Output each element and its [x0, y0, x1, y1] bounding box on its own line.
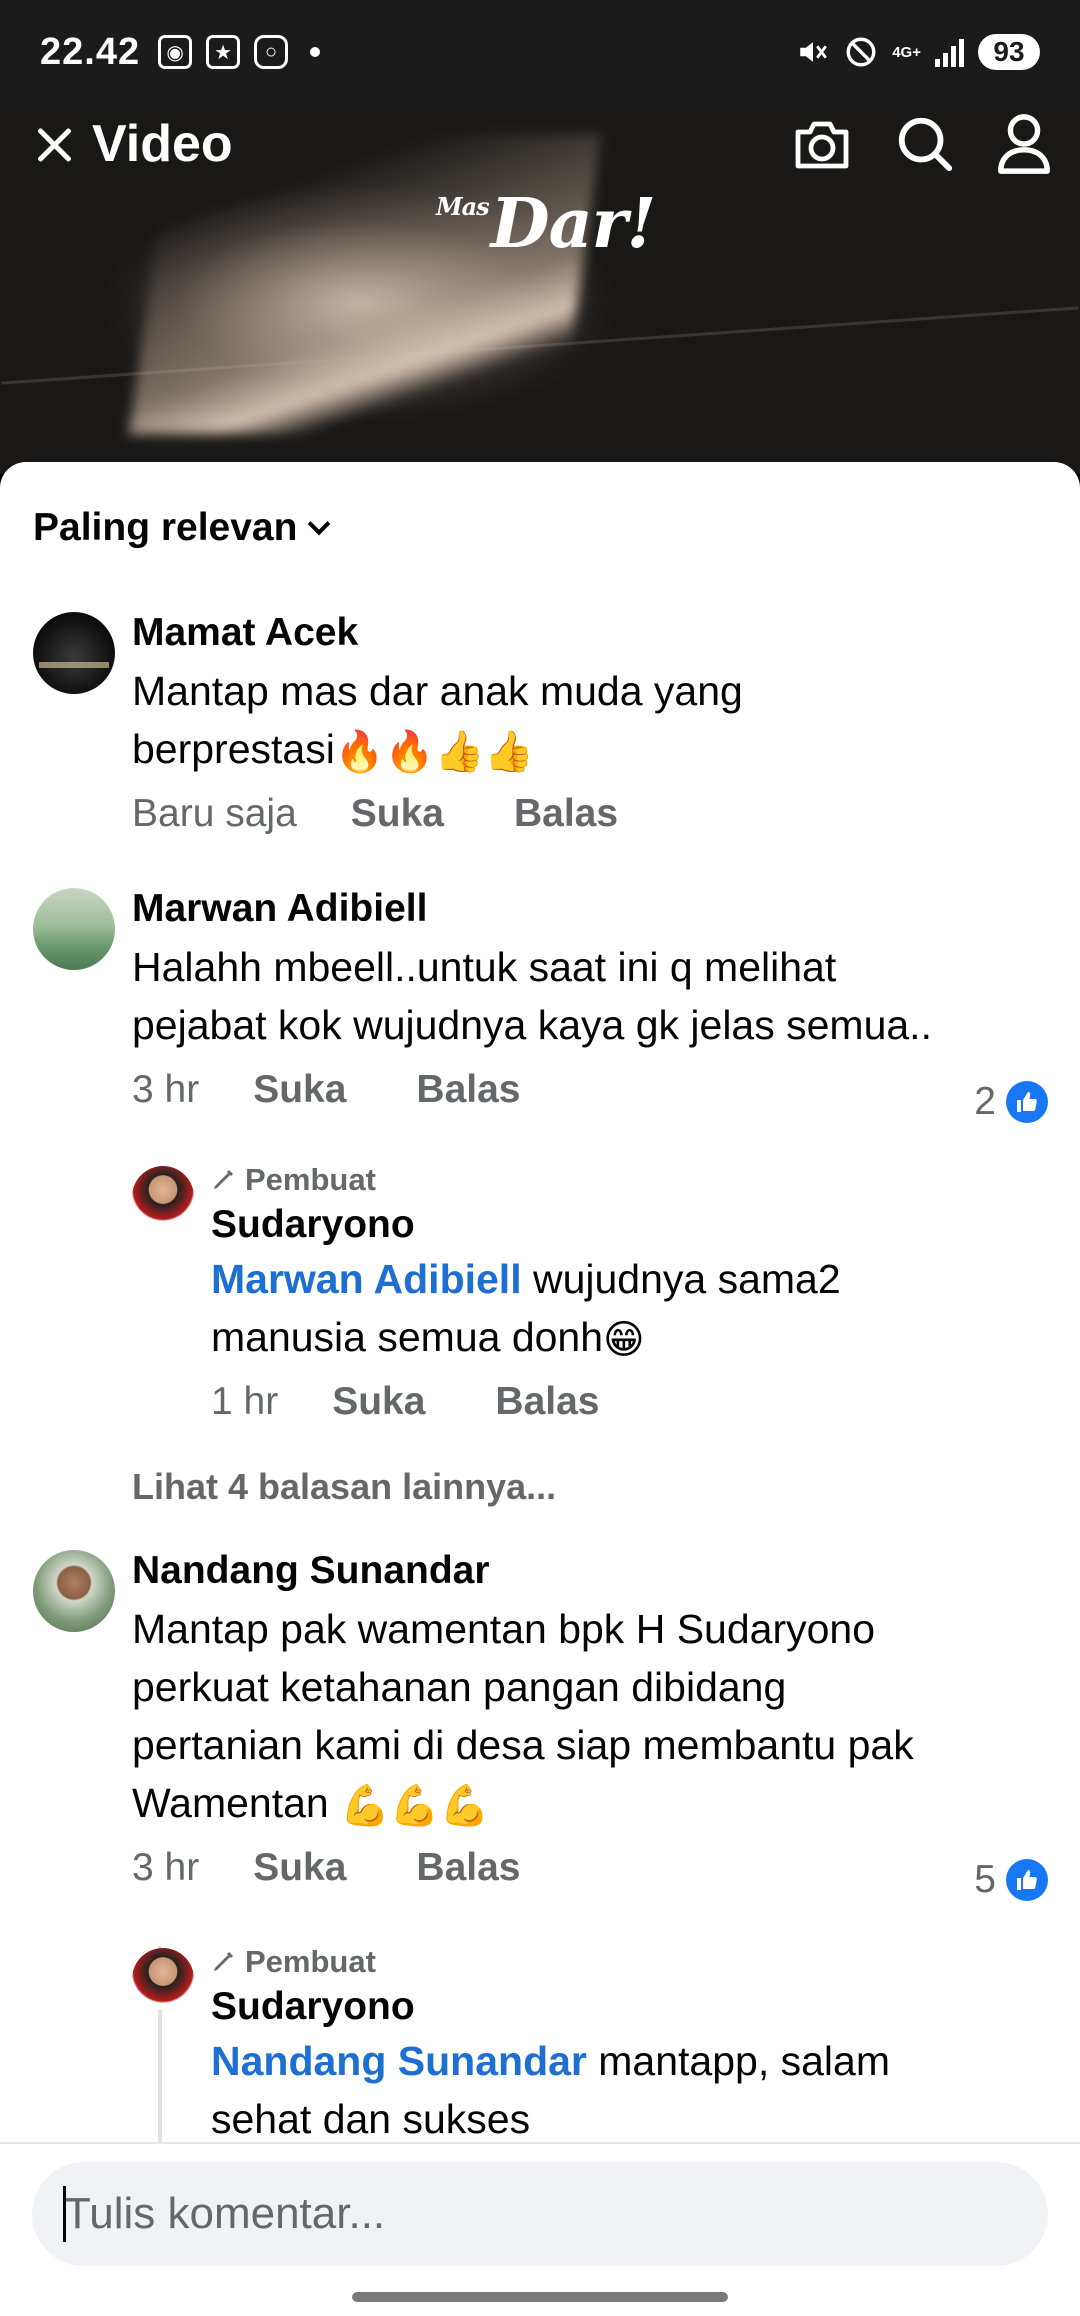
reply-button[interactable]: Balas: [514, 792, 618, 836]
comment-text: Mantap mas dar anak muda yang berprestas…: [132, 668, 743, 775]
grin-emoji: 😁: [603, 1318, 645, 1363]
video-player[interactable]: Video MasDar!: [0, 104, 1080, 474]
creator-badge: Pembuat: [211, 1162, 1050, 1198]
more-notifications-dot-icon: [310, 47, 321, 57]
comment-time: 3 hr: [132, 1068, 200, 1111]
screen: 22.42 ◉ ★ ○ 4G+ 93 Video MasDar! Paling …: [0, 0, 1080, 2316]
like-count: 5: [974, 1858, 996, 1901]
do-not-disturb-icon: [846, 37, 876, 67]
reply-body: Pembuat Sudaryono Nandang Sunandar manta…: [211, 1944, 1050, 2148]
reaction-count[interactable]: 2: [974, 1080, 1048, 1124]
like-button[interactable]: Suka: [253, 1068, 346, 1112]
pencil-icon: [214, 1952, 233, 1971]
comments-sheet: Paling relevan Mamat Acek Mantap mas dar…: [0, 462, 1080, 2316]
reply-author[interactable]: Sudaryono: [211, 1984, 1050, 2030]
comment-meta: 3 hr Suka Balas: [132, 1846, 1050, 1890]
sort-label: Paling relevan: [33, 506, 298, 549]
comment-author[interactable]: Mamat Acek: [132, 610, 1050, 656]
comment-body: Marwan Adibiell Halahh mbeell..untuk saa…: [132, 886, 1050, 1112]
reply-time: 1 hr: [211, 1380, 279, 1423]
reaction-count[interactable]: 5: [974, 1858, 1048, 1902]
status-system-icons: 4G+ 93: [796, 34, 1040, 70]
like-count: 2: [974, 1080, 996, 1123]
reply-button[interactable]: Balas: [416, 1846, 520, 1890]
comment-input[interactable]: [32, 2162, 1048, 2266]
comment-meta: 3 hr Suka Balas: [132, 1068, 1050, 1112]
mention-link[interactable]: Marwan Adibiell: [211, 1256, 522, 1302]
comment-body: Mamat Acek Mantap mas dar anak muda yang…: [132, 610, 1050, 836]
fire-thumbs-emoji: 🔥🔥👍👍: [334, 730, 535, 775]
text-cursor: [63, 2186, 66, 2242]
star-app-icon: ★: [206, 35, 241, 69]
avatar[interactable]: [33, 1550, 115, 1632]
mute-icon: [800, 42, 828, 62]
profile-icon[interactable]: [996, 113, 1052, 175]
reply-button[interactable]: Balas: [495, 1380, 599, 1424]
screenshot-icon: ◉: [158, 35, 193, 69]
avatar[interactable]: [33, 888, 115, 970]
thumbs-up-icon: [1006, 1081, 1048, 1123]
signal-icon: [935, 37, 964, 67]
avatar[interactable]: [132, 1948, 194, 2010]
sort-dropdown[interactable]: Paling relevan: [33, 506, 331, 550]
comment-composer: [0, 2142, 1080, 2316]
creator-badge: Pembuat: [211, 1944, 1050, 1980]
reply-body: Pembuat Sudaryono Marwan Adibiell wujudn…: [211, 1162, 1050, 1424]
comment-author[interactable]: Marwan Adibiell: [132, 886, 1050, 932]
channel-watermark-logo: MasDar!: [436, 184, 656, 264]
camera-icon[interactable]: [790, 114, 854, 174]
avatar[interactable]: [132, 1166, 194, 1228]
search-icon[interactable]: [894, 113, 956, 175]
thumbs-up-icon: [1006, 1859, 1048, 1901]
network-type-label: 4G+: [892, 43, 921, 61]
comment-text: Halahh mbeell..untuk saat ini q melihat …: [132, 944, 932, 1048]
close-icon[interactable]: [28, 119, 78, 169]
like-button[interactable]: Suka: [253, 1846, 346, 1890]
flexed-biceps-emoji: 💪💪💪: [340, 1784, 490, 1829]
reply-author[interactable]: Sudaryono: [211, 1202, 1050, 1248]
reply-meta: 1 hr Suka Balas: [211, 1380, 1050, 1424]
comment-time: Baru saja: [132, 792, 297, 835]
status-notification-icons: ◉ ★ ○: [158, 35, 321, 69]
instagram-icon: ○: [254, 35, 289, 69]
avatar[interactable]: [33, 612, 115, 694]
reply-text: Marwan Adibiell wujudnya sama2 manusia s…: [211, 1256, 841, 1363]
gesture-home-bar[interactable]: [352, 2292, 728, 2302]
view-more-replies-link[interactable]: Lihat 4 balasan lainnya...: [132, 1466, 556, 1508]
comment-text: Mantap pak wamentan bpk H Sudaryono perk…: [132, 1606, 914, 1829]
like-button[interactable]: Suka: [351, 792, 444, 836]
mention-link[interactable]: Nandang Sunandar: [211, 2038, 587, 2084]
like-button[interactable]: Suka: [332, 1380, 425, 1424]
video-actions: [790, 113, 1052, 175]
video-title: Video: [92, 115, 233, 173]
comment-time: 3 hr: [132, 1846, 200, 1889]
comment-author[interactable]: Nandang Sunandar: [132, 1548, 1050, 1594]
status-bar: 22.42 ◉ ★ ○ 4G+ 93: [0, 0, 1080, 104]
reply-text: Nandang Sunandar mantapp, salam sehat da…: [211, 2038, 890, 2142]
status-time: 22.42: [40, 30, 141, 73]
chevron-down-icon: [308, 512, 331, 536]
video-topbar: Video: [0, 104, 1080, 184]
comment-meta: Baru saja Suka Balas: [132, 792, 1050, 836]
reply-button[interactable]: Balas: [416, 1068, 520, 1112]
battery-level: 93: [978, 34, 1040, 70]
comment-body: Nandang Sunandar Mantap pak wamentan bpk…: [132, 1548, 1050, 1890]
pencil-icon: [214, 1170, 233, 1189]
